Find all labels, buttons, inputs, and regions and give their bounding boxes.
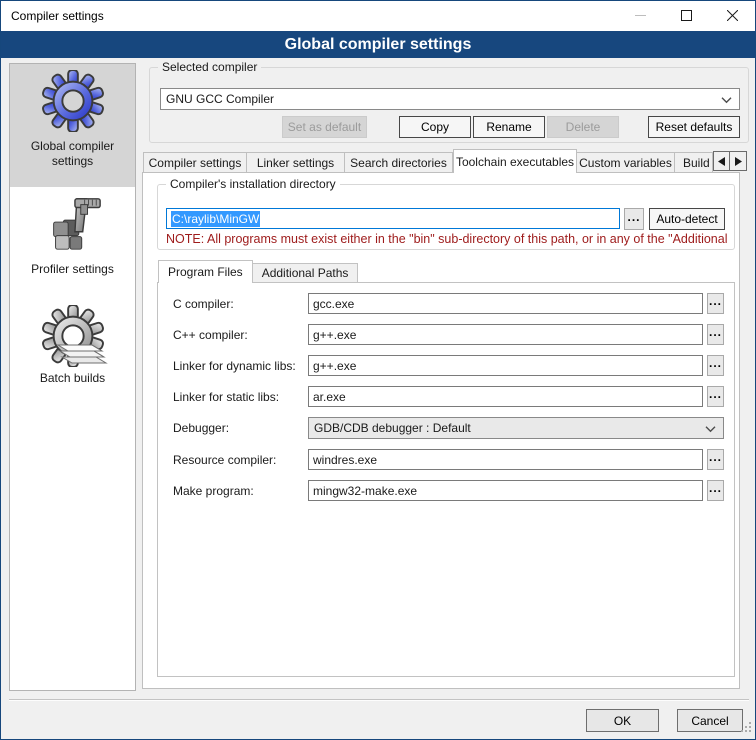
c-compiler-value: g++.exe (313, 328, 356, 342)
sidebar-item-batch-builds[interactable]: Batch builds (10, 299, 135, 429)
field-row: Linker for static libs: ar.exe... (158, 386, 734, 408)
sidebar-item-profiler-settings[interactable]: Profiler settings (10, 187, 135, 299)
linker-for-static-libs-value: ar.exe (313, 390, 346, 404)
dialog-header: Global compiler settings (1, 31, 755, 58)
caliper-icon (42, 193, 104, 258)
c-compiler-label: C compiler: (173, 297, 234, 311)
installation-directory-group: Compiler's installation directory C:\ray… (157, 184, 735, 250)
compiler-settings-dialog: Compiler settings Global compiler settin… (0, 0, 756, 740)
auto-detect-button[interactable]: Auto-detect (649, 208, 725, 230)
resource-compiler-input[interactable]: windres.exe (308, 449, 703, 470)
compiler-select[interactable]: GNU GCC Compiler (160, 88, 740, 110)
arrow-left-icon (718, 157, 725, 166)
chevron-down-icon (721, 93, 732, 107)
window-title: Compiler settings (11, 9, 104, 23)
c-compiler-browse-button[interactable]: ... (707, 293, 724, 314)
installation-directory-value: C:\raylib\MinGW (171, 211, 260, 227)
resource-compiler-value: windres.exe (313, 453, 377, 467)
ok-button[interactable]: OK (586, 709, 659, 732)
make-program-browse-button[interactable]: ... (707, 480, 724, 501)
tab-custom-variables[interactable]: Custom variables (577, 152, 675, 173)
make-program-label: Make program: (173, 484, 254, 498)
tab-scroll-right-button[interactable] (730, 151, 747, 171)
sidebar-item-label: Global compiler settings (10, 135, 135, 177)
compiler-select-value: GNU GCC Compiler (166, 92, 274, 106)
minimize-icon (635, 10, 646, 21)
linker-for-static-libs-label: Linker for static libs: (173, 390, 279, 404)
chevron-down-icon (705, 422, 716, 436)
c-compiler-input[interactable]: gcc.exe (308, 293, 703, 314)
toolchain-executables-page: Compiler's installation directory C:\ray… (142, 172, 740, 689)
field-row: C compiler: gcc.exe... (158, 293, 734, 315)
linker-for-dynamic-libs-value: g++.exe (313, 359, 356, 373)
installation-directory-group-title: Compiler's installation directory (166, 177, 340, 191)
linker-for-static-libs-browse-button[interactable]: ... (707, 386, 724, 407)
installation-directory-input[interactable]: C:\raylib\MinGW (166, 208, 620, 229)
rename-button[interactable]: Rename (473, 116, 545, 138)
c-compiler-label: C++ compiler: (173, 328, 248, 342)
copy-button[interactable]: Copy (399, 116, 471, 138)
delete-button: Delete (547, 116, 619, 138)
linker-for-dynamic-libs-input[interactable]: g++.exe (308, 355, 703, 376)
tab-scroll-left-button[interactable] (713, 151, 730, 171)
close-icon (727, 10, 738, 21)
caption-buttons (617, 1, 755, 31)
sidebar-item-label: Batch builds (32, 367, 113, 394)
c-compiler-value: gcc.exe (313, 297, 354, 311)
field-row: Linker for dynamic libs: g++.exe... (158, 355, 734, 377)
arrow-right-icon (735, 157, 742, 166)
maximize-button[interactable] (663, 1, 709, 30)
toolchain-subtabs: Program FilesAdditional Paths (158, 260, 358, 283)
make-program-value: mingw32-make.exe (313, 484, 417, 498)
title-bar[interactable]: Compiler settings (1, 1, 755, 31)
page-title: Global compiler settings (285, 36, 472, 54)
installation-directory-browse-button[interactable]: ... (624, 208, 644, 230)
tab-build[interactable]: Build (675, 152, 713, 173)
cancel-button[interactable]: Cancel (677, 709, 743, 732)
make-program-input[interactable]: mingw32-make.exe (308, 480, 703, 501)
debugger-select[interactable]: GDB/CDB debugger : Default (308, 417, 724, 439)
debugger-value: GDB/CDB debugger : Default (314, 421, 471, 435)
tab-search-directories[interactable]: Search directories (345, 152, 453, 173)
program-files-page: C compiler: gcc.exe... C++ compiler: g++.ex… (157, 282, 735, 677)
tab-scroll-arrows (713, 151, 747, 171)
debugger-label: Debugger: (173, 421, 229, 435)
sidebar-item-label: Profiler settings (23, 258, 122, 285)
subtab-additional-paths[interactable]: Additional Paths (253, 263, 359, 283)
settings-category-list[interactable]: Global compiler settings Profiler settin… (9, 63, 136, 691)
linker-for-dynamic-libs-label: Linker for dynamic libs: (173, 359, 296, 373)
set-as-default-button: Set as default (282, 116, 367, 138)
linker-for-static-libs-input[interactable]: ar.exe (308, 386, 703, 407)
tab-toolchain-executables[interactable]: Toolchain executables (453, 149, 577, 173)
footer-divider (9, 699, 749, 701)
selected-compiler-group-title: Selected compiler (158, 60, 261, 74)
c-compiler-browse-button[interactable]: ... (707, 324, 724, 345)
subtab-program-files[interactable]: Program Files (158, 260, 253, 283)
bin-subdirectory-note: NOTE: All programs must exist either in … (166, 232, 730, 246)
field-row: Make program: mingw32-make.exe... (158, 480, 734, 502)
field-row: Resource compiler: windres.exe... (158, 449, 734, 471)
minimize-button (617, 1, 663, 30)
field-row: Debugger: GDB/CDB debugger : Default (158, 417, 734, 439)
c-compiler-input[interactable]: g++.exe (308, 324, 703, 345)
tab-linker-settings[interactable]: Linker settings (247, 152, 345, 173)
maximize-icon (681, 10, 692, 21)
tab-compiler-settings[interactable]: Compiler settings (143, 152, 247, 173)
resource-compiler-label: Resource compiler: (173, 453, 276, 467)
close-button[interactable] (709, 1, 755, 30)
reset-defaults-button[interactable]: Reset defaults (648, 116, 740, 138)
field-row: C++ compiler: g++.exe... (158, 324, 734, 346)
sidebar-item-global-compiler-settings[interactable]: Global compiler settings (10, 64, 135, 187)
resize-grip-icon (741, 722, 752, 733)
linker-for-dynamic-libs-browse-button[interactable]: ... (707, 355, 724, 376)
gray-gear-stack-icon (42, 305, 104, 367)
resize-grip[interactable] (741, 722, 752, 736)
settings-tabs: Compiler settingsLinker settingsSearch d… (143, 149, 713, 173)
blue-gear-icon (42, 70, 104, 135)
resource-compiler-browse-button[interactable]: ... (707, 449, 724, 470)
selected-compiler-group: Selected compiler GNU GCC Compiler Set a… (149, 67, 749, 143)
